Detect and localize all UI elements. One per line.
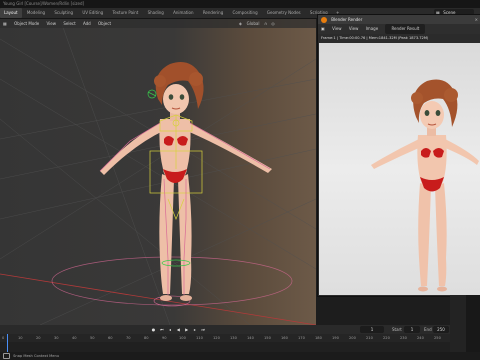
menu-object[interactable]: Object — [95, 19, 114, 28]
render-result-image — [371, 79, 479, 292]
render-status: Frame:1 | Time:00:00.76 | Mem:1841.32M (… — [321, 36, 429, 40]
menu-add[interactable]: Add — [80, 19, 94, 28]
start-label: Start — [392, 327, 402, 332]
ruler-tick: 0 — [2, 336, 5, 340]
tab-layout[interactable]: Layout — [0, 8, 22, 18]
window-title: Young Girl [Course]/Women/Rdlin [sized] — [3, 1, 85, 6]
menu-select[interactable]: Select — [60, 19, 78, 28]
ruler-tick: 150 — [264, 336, 271, 340]
ruler-tick: 110 — [196, 336, 203, 340]
mode-selector[interactable]: Object Mode — [11, 19, 42, 28]
ruler-tick: 10 — [18, 336, 23, 340]
magnet-icon[interactable]: ∩ — [263, 19, 269, 28]
proportional-icon[interactable]: ◎ — [270, 19, 276, 28]
start-frame-field[interactable]: 1 — [404, 326, 420, 333]
record-icon[interactable]: ● — [150, 325, 157, 334]
render-window[interactable]: Blender Render × ▣ View View Image Rende… — [317, 14, 480, 297]
close-icon[interactable]: × — [475, 15, 478, 24]
tab-texture-paint[interactable]: Texture Paint — [109, 8, 143, 18]
render-window-title: Blender Render — [331, 17, 363, 22]
pivot-icon[interactable]: ◈ — [237, 19, 243, 28]
render-menu-view-1[interactable]: View — [332, 24, 342, 34]
ruler-tick: 180 — [315, 336, 322, 340]
jump-end-icon[interactable]: ⏭ — [200, 325, 207, 334]
playback-buttons: ● ⏮ ◂ ◀ ▶ ▸ ⏭ — [150, 325, 207, 334]
editor-type-icon[interactable]: ▦ — [0, 19, 10, 28]
tab-compositing[interactable]: Compositing — [229, 8, 262, 18]
render-window-menubar: ▣ View View Image Render Result — [318, 24, 480, 34]
tab-sculpting[interactable]: Sculpting — [50, 8, 77, 18]
tab-animation[interactable]: Animation — [169, 8, 197, 18]
root-control-circle[interactable] — [51, 256, 293, 306]
menu-view[interactable]: View — [44, 19, 60, 28]
ruler-tick: 60 — [108, 336, 113, 340]
render-result-canvas — [319, 43, 480, 295]
end-frame-field[interactable]: 250 — [433, 326, 449, 333]
timeline-controls: ● ⏮ ◂ ◀ ▶ ▸ ⏭ 1 Start 1 End 250 — [0, 325, 450, 334]
jump-start-icon[interactable]: ⏮ — [158, 325, 165, 334]
x-axis-line — [0, 273, 316, 325]
current-frame-field[interactable]: 1 — [360, 326, 384, 333]
render-window-titlebar: Blender Render × — [318, 15, 480, 24]
window-title-bar: Young Girl [Course]/Women/Rdlin [sized] — [0, 0, 480, 8]
rendered-character — [371, 79, 479, 292]
status-text: Snap Mesh Context Menu — [13, 354, 60, 358]
ruler-tick: 30 — [54, 336, 59, 340]
viewport-tool-icons: ◈ Global ∩ ◎ — [237, 19, 276, 28]
ruler-tick: 220 — [383, 336, 390, 340]
ruler-tick: 40 — [72, 336, 77, 340]
tab-rendering[interactable]: Rendering — [199, 8, 227, 18]
viewport-scene — [0, 19, 316, 325]
ruler-tick: 190 — [332, 336, 339, 340]
playhead[interactable] — [7, 334, 8, 352]
ruler-tick: 100 — [179, 336, 186, 340]
properties-tab-strip[interactable] — [466, 295, 480, 357]
ruler-tick: 80 — [144, 336, 149, 340]
next-keyframe-icon[interactable]: ▸ — [191, 325, 198, 334]
ruler-tick: 170 — [298, 336, 305, 340]
transform-orientation[interactable]: Global — [245, 19, 262, 28]
render-menu-image[interactable]: Image — [366, 24, 379, 34]
viewport-header: ▦ Object Mode View Select Add Object ◈ G… — [0, 19, 316, 28]
mouse-icon — [3, 353, 10, 359]
tab-modeling[interactable]: Modeling — [23, 8, 49, 18]
render-menu-view-2[interactable]: View — [349, 24, 359, 34]
ruler-tick: 250 — [434, 336, 441, 340]
ruler-tick: 160 — [281, 336, 288, 340]
ruler-tick: 230 — [400, 336, 407, 340]
end-label: End — [424, 327, 432, 332]
blender-logo-icon — [321, 17, 327, 23]
prev-keyframe-icon[interactable]: ◂ — [167, 325, 174, 334]
timeline-ruler[interactable]: 0 10 20 30 40 50 60 70 80 90 100 110 120… — [0, 334, 450, 342]
ruler-tick: 200 — [349, 336, 356, 340]
image-editor-type-icon[interactable]: ▣ — [321, 24, 325, 34]
ruler-tick: 70 — [126, 336, 131, 340]
ruler-tick: 130 — [230, 336, 237, 340]
render-slot-selector[interactable]: Render Result — [385, 24, 426, 34]
tab-uv-editing[interactable]: UV Editing — [78, 8, 107, 18]
ruler-tick: 240 — [417, 336, 424, 340]
ruler-tick: 140 — [247, 336, 254, 340]
ruler-tick: 50 — [90, 336, 95, 340]
ruler-tick: 210 — [366, 336, 373, 340]
properties-panel[interactable] — [450, 295, 480, 357]
play-icon[interactable]: ▶ — [183, 325, 190, 334]
ruler-tick: 90 — [162, 336, 167, 340]
timeline-track-area[interactable] — [0, 342, 450, 352]
ruler-tick: 20 — [36, 336, 41, 340]
ruler-tick: 120 — [213, 336, 220, 340]
play-reverse-icon[interactable]: ◀ — [175, 325, 182, 334]
3d-viewport[interactable]: ▦ Object Mode View Select Add Object ◈ G… — [0, 19, 316, 325]
status-bar: Snap Mesh Context Menu — [0, 352, 480, 360]
tab-shading[interactable]: Shading — [144, 8, 168, 18]
tab-geometry-nodes[interactable]: Geometry Nodes — [263, 8, 305, 18]
